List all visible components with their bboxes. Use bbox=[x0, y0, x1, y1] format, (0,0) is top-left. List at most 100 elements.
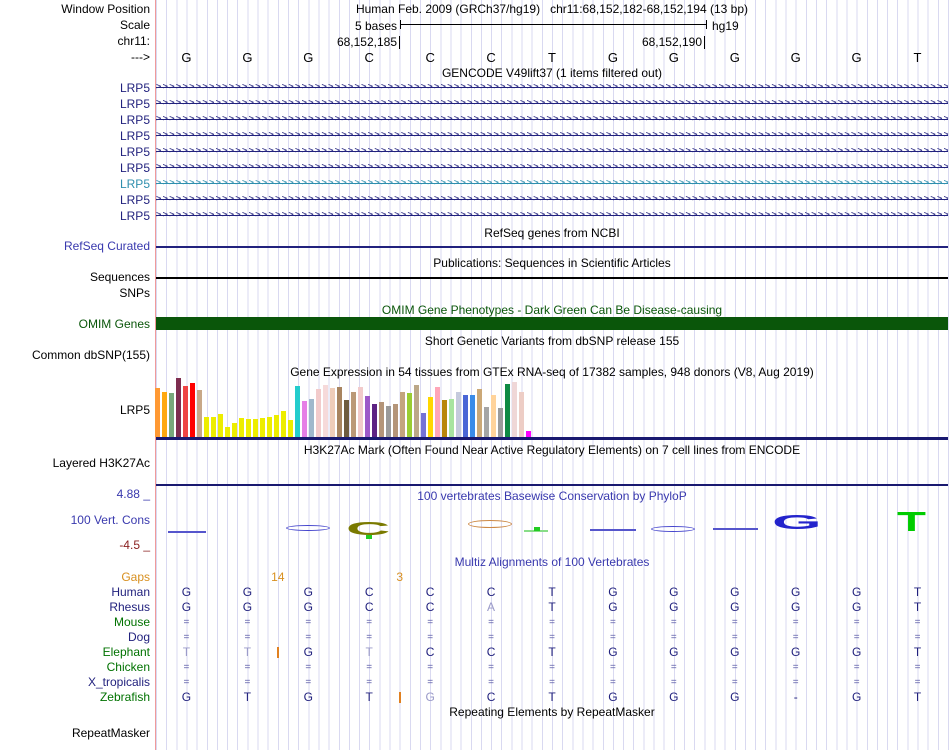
gtex-tissue-bar[interactable] bbox=[316, 389, 321, 437]
gtex-tissue-bar[interactable] bbox=[337, 387, 342, 437]
alignment-base: T bbox=[548, 690, 556, 704]
snps-label[interactable]: SNPs bbox=[0, 287, 150, 300]
refseq-curated-item[interactable] bbox=[156, 246, 948, 248]
gtex-tissue-bar[interactable] bbox=[288, 420, 293, 437]
gtex-item-label[interactable]: LRP5 bbox=[0, 404, 150, 417]
gtex-tissue-bar[interactable] bbox=[204, 417, 209, 437]
gene-label[interactable]: LRP5 bbox=[0, 146, 150, 159]
omim-gene-bar[interactable] bbox=[156, 317, 948, 330]
gtex-tissue-bar[interactable] bbox=[400, 392, 405, 437]
gene-intron-arrows[interactable]: >>>>>>>>>>>>>>>>>>>>>>>>>>>>>>>>>>>>>>>>… bbox=[156, 161, 948, 174]
gtex-tissue-bar[interactable] bbox=[498, 408, 503, 437]
gtex-tissue-bar[interactable] bbox=[295, 386, 300, 437]
gene-label[interactable]: LRP5 bbox=[0, 98, 150, 111]
gtex-tissue-bar[interactable] bbox=[379, 402, 384, 437]
alignment-base: = bbox=[183, 617, 190, 628]
gtex-tissue-bar[interactable] bbox=[309, 399, 314, 437]
conservation-letter: T bbox=[897, 506, 926, 537]
gtex-tissue-bar[interactable] bbox=[519, 392, 524, 437]
gtex-tissue-bar[interactable] bbox=[344, 400, 349, 437]
gene-label[interactable]: LRP5 bbox=[0, 178, 150, 191]
gtex-tissue-bar[interactable] bbox=[512, 382, 517, 437]
h3k27ac-label[interactable]: Layered H3K27Ac bbox=[0, 457, 150, 470]
gtex-tissue-bar[interactable] bbox=[281, 411, 286, 437]
gtex-tissue-bar[interactable] bbox=[190, 383, 195, 437]
gtex-tissue-bar[interactable] bbox=[372, 404, 377, 437]
sequences-item[interactable] bbox=[156, 277, 948, 279]
gtex-tissue-bar[interactable] bbox=[456, 392, 461, 437]
species-label[interactable]: X_tropicalis bbox=[0, 676, 150, 689]
gtex-tissue-bar[interactable] bbox=[435, 387, 440, 437]
gtex-tissue-bar[interactable] bbox=[393, 404, 398, 437]
gene-label[interactable]: LRP5 bbox=[0, 82, 150, 95]
gtex-tissue-bar[interactable] bbox=[267, 417, 272, 437]
alignment-base: T bbox=[243, 645, 252, 659]
phylop-label[interactable]: 100 Vert. Cons bbox=[0, 514, 150, 527]
gtex-tissue-bar[interactable] bbox=[260, 418, 265, 437]
gene-intron-arrows[interactable]: >>>>>>>>>>>>>>>>>>>>>>>>>>>>>>>>>>>>>>>>… bbox=[156, 145, 948, 158]
gtex-tissue-bar[interactable] bbox=[183, 386, 188, 437]
gtex-tissue-bar[interactable] bbox=[463, 395, 468, 437]
gene-label[interactable]: LRP5 bbox=[0, 130, 150, 143]
gtex-tissue-bar[interactable] bbox=[197, 390, 202, 437]
species-label[interactable]: Zebrafish bbox=[0, 691, 150, 704]
gene-label[interactable]: LRP5 bbox=[0, 194, 150, 207]
gtex-tissue-bar[interactable] bbox=[365, 396, 370, 437]
gtex-tissue-bar[interactable] bbox=[449, 399, 454, 437]
gtex-tissue-bar[interactable] bbox=[225, 427, 230, 437]
gtex-tissue-bar[interactable] bbox=[470, 395, 475, 437]
gtex-tissue-bar[interactable] bbox=[176, 378, 181, 437]
omim-genes-label[interactable]: OMIM Genes bbox=[0, 318, 150, 331]
gtex-tissue-bar[interactable] bbox=[330, 388, 335, 437]
species-label[interactable]: Chicken bbox=[0, 661, 150, 674]
gtex-tissue-bar[interactable] bbox=[218, 414, 223, 437]
gtex-tissue-bar[interactable] bbox=[484, 407, 489, 437]
gtex-tissue-bar[interactable] bbox=[211, 417, 216, 437]
gtex-tissue-bar[interactable] bbox=[323, 385, 328, 437]
gtex-tissue-bar[interactable] bbox=[491, 395, 496, 437]
gtex-tissue-bar[interactable] bbox=[386, 406, 391, 437]
refseq-curated-label[interactable]: RefSeq Curated bbox=[0, 240, 150, 253]
h3k27ac-baseline bbox=[156, 484, 948, 486]
sequences-label[interactable]: Sequences bbox=[0, 271, 150, 284]
coordinate-right: 68,152,190 bbox=[641, 35, 702, 49]
repeatmasker-label[interactable]: RepeatMasker bbox=[0, 727, 150, 740]
gtex-tissue-bar[interactable] bbox=[428, 397, 433, 437]
species-label[interactable]: Elephant bbox=[0, 646, 150, 659]
gene-label[interactable]: LRP5 bbox=[0, 210, 150, 223]
gtex-tissue-bar[interactable] bbox=[442, 400, 447, 437]
species-label[interactable]: Human bbox=[0, 586, 150, 599]
gene-intron-arrows[interactable]: >>>>>>>>>>>>>>>>>>>>>>>>>>>>>>>>>>>>>>>>… bbox=[156, 209, 948, 222]
gtex-tissue-bar[interactable] bbox=[477, 389, 482, 437]
gene-intron-arrows[interactable]: >>>>>>>>>>>>>>>>>>>>>>>>>>>>>>>>>>>>>>>>… bbox=[156, 81, 948, 94]
gtex-tissue-bar[interactable] bbox=[232, 423, 237, 437]
gtex-tissue-bar[interactable] bbox=[253, 419, 258, 437]
alignment-base: = bbox=[670, 617, 677, 628]
species-label[interactable]: Dog bbox=[0, 631, 150, 644]
coordinate-tick bbox=[399, 36, 400, 49]
gtex-tissue-bar[interactable] bbox=[421, 413, 426, 437]
gene-label[interactable]: LRP5 bbox=[0, 162, 150, 175]
gtex-tissue-bar[interactable] bbox=[351, 392, 356, 437]
gene-intron-arrows[interactable]: >>>>>>>>>>>>>>>>>>>>>>>>>>>>>>>>>>>>>>>>… bbox=[156, 177, 948, 190]
gtex-tissue-bar[interactable] bbox=[414, 385, 419, 437]
gtex-tissue-bar[interactable] bbox=[155, 388, 160, 437]
dbsnp-label[interactable]: Common dbSNP(155) bbox=[0, 349, 150, 362]
gtex-tissue-bar[interactable] bbox=[246, 419, 251, 437]
gtex-tissue-bar[interactable] bbox=[407, 393, 412, 437]
gtex-tissue-bar[interactable] bbox=[162, 392, 167, 437]
gene-label[interactable]: LRP5 bbox=[0, 114, 150, 127]
species-label[interactable]: Mouse bbox=[0, 616, 150, 629]
alignment-base: = bbox=[183, 677, 190, 688]
gtex-tissue-bar[interactable] bbox=[274, 415, 279, 437]
gtex-tissue-bar[interactable] bbox=[505, 384, 510, 437]
gene-intron-arrows[interactable]: >>>>>>>>>>>>>>>>>>>>>>>>>>>>>>>>>>>>>>>>… bbox=[156, 97, 948, 110]
gtex-tissue-bar[interactable] bbox=[169, 393, 174, 437]
gene-intron-arrows[interactable]: >>>>>>>>>>>>>>>>>>>>>>>>>>>>>>>>>>>>>>>>… bbox=[156, 129, 948, 142]
gtex-tissue-bar[interactable] bbox=[239, 418, 244, 437]
gene-intron-arrows[interactable]: >>>>>>>>>>>>>>>>>>>>>>>>>>>>>>>>>>>>>>>>… bbox=[156, 193, 948, 206]
gene-intron-arrows[interactable]: >>>>>>>>>>>>>>>>>>>>>>>>>>>>>>>>>>>>>>>>… bbox=[156, 113, 948, 126]
gtex-tissue-bar[interactable] bbox=[358, 387, 363, 437]
gtex-tissue-bar[interactable] bbox=[302, 401, 307, 437]
species-label[interactable]: Rhesus bbox=[0, 601, 150, 614]
